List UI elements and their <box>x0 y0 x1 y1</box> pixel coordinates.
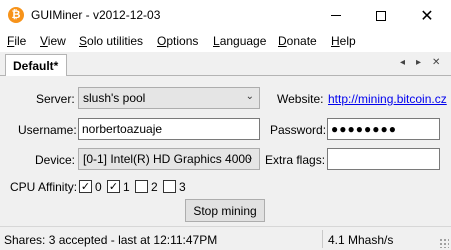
extra-flags-label: Extra flags: <box>265 153 326 167</box>
minimize-icon <box>331 15 341 16</box>
window-title: GUIMiner - v2012-12-03 <box>31 8 161 22</box>
website-label: Website: <box>277 92 324 106</box>
chevron-down-icon: ⌄ <box>245 152 254 163</box>
server-select[interactable]: slush's pool ⌄ <box>78 87 260 109</box>
username-field[interactable]: norbertoazuaje <box>78 118 260 140</box>
tab-scroll-right-icon[interactable]: ▸ <box>416 57 421 68</box>
maximize-icon <box>376 10 386 21</box>
menu-options[interactable]: Options <box>157 34 198 48</box>
shares-status: Shares: 3 accepted - last at 12:11:47PM <box>4 233 218 247</box>
miner-settings-panel: Server: slush's pool ⌄ Website: http://m… <box>0 76 451 226</box>
cpu-affinity-0-label: 0 <box>95 180 102 194</box>
menu-language[interactable]: Language <box>213 34 266 48</box>
menu-file[interactable]: File <box>7 34 26 48</box>
cpu-affinity-3-checkbox[interactable] <box>163 180 176 193</box>
username-label: Username: <box>18 123 77 137</box>
tab-strip: Default* ◂ ▸ ✕ <box>0 52 451 77</box>
cpu-affinity-label: CPU Affinity: <box>10 180 78 194</box>
cpu-affinity-0-checkbox[interactable]: ✓ <box>79 180 92 193</box>
menu-solo-utilities[interactable]: Solo utilities <box>79 34 143 48</box>
cpu-affinity-1-checkbox[interactable]: ✓ <box>107 180 120 193</box>
hash-rate: 4.1 Mhash/s <box>328 233 394 247</box>
bitcoin-icon: ₿ <box>8 7 24 23</box>
minimize-button[interactable] <box>313 0 359 31</box>
resize-grip-icon[interactable] <box>439 238 449 248</box>
device-value: [0-1] Intel(R) HD Graphics 4000 <box>83 152 252 166</box>
status-divider <box>322 230 323 248</box>
maximize-button[interactable] <box>358 0 404 31</box>
title-bar: ₿ GUIMiner - v2012-12-03 ✕ <box>0 0 451 31</box>
status-bar: Shares: 3 accepted - last at 12:11:47PM … <box>0 226 451 250</box>
tab-close-icon[interactable]: ✕ <box>432 57 440 68</box>
tab-scroll-left-icon[interactable]: ◂ <box>400 57 405 68</box>
menu-bar: File View Solo utilities Options Languag… <box>0 31 451 52</box>
device-label: Device: <box>35 153 76 167</box>
extra-flags-field[interactable] <box>327 148 440 170</box>
device-select[interactable]: [0-1] Intel(R) HD Graphics 4000 ⌄ <box>78 148 260 170</box>
cpu-affinity-2-label: 2 <box>151 180 158 194</box>
menu-donate[interactable]: Donate <box>278 34 317 48</box>
close-button[interactable]: ✕ <box>404 0 450 31</box>
server-label: Server: <box>36 92 75 106</box>
menu-help[interactable]: Help <box>331 34 356 48</box>
website-link[interactable]: http://mining.bitcoin.cz <box>328 92 447 106</box>
stop-mining-button[interactable]: Stop mining <box>185 199 265 222</box>
cpu-affinity-1-label: 1 <box>123 180 130 194</box>
close-icon: ✕ <box>420 5 434 25</box>
cpu-affinity-2-checkbox[interactable] <box>135 180 148 193</box>
tab-default[interactable]: Default* <box>5 54 67 77</box>
server-value: slush's pool <box>83 91 146 105</box>
chevron-down-icon: ⌄ <box>245 91 254 102</box>
password-label: Password: <box>270 123 327 137</box>
cpu-affinity-3-label: 3 <box>179 180 186 194</box>
password-field[interactable]: ●●●●●●●● <box>327 118 440 140</box>
menu-view[interactable]: View <box>40 34 66 48</box>
